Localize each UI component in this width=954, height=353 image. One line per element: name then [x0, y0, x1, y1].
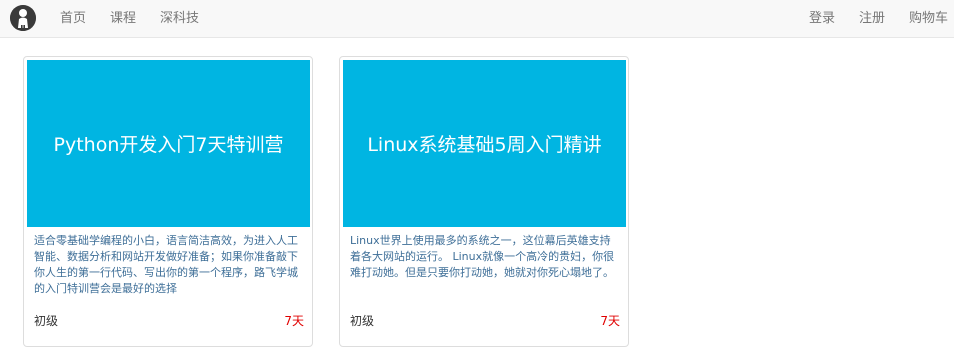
- course-description: 适合零基础学编程的小白，语言简洁高效，为进入人工智能、数据分析和网站开发做好准备…: [34, 234, 298, 295]
- top-navbar: 首页 课程 深科技 登录 注册 购物车: [0, 0, 954, 38]
- main-nav: 首页 课程 深科技: [60, 0, 223, 37]
- course-duration: 7天: [600, 314, 620, 328]
- person-logo-icon[interactable]: [10, 5, 36, 31]
- course-banner[interactable]: Python开发入门7天特训营: [27, 60, 310, 227]
- course-banner[interactable]: Linux系统基础5周入门精讲: [343, 60, 626, 227]
- cart-link[interactable]: 购物车: [909, 0, 948, 37]
- course-card-python[interactable]: Python开发入门7天特训营 适合零基础学编程的小白，语言简洁高效，为进入人工…: [23, 56, 313, 347]
- course-card-linux[interactable]: Linux系统基础5周入门精讲 Linux世界上使用最多的系统之一，这位幕后英雄…: [339, 56, 629, 347]
- course-level: 初级: [350, 314, 375, 328]
- course-description: Linux世界上使用最多的系统之一，这位幕后英雄支持着各大网站的运行。 Linu…: [350, 234, 615, 279]
- register-link[interactable]: 注册: [859, 0, 885, 37]
- course-duration: 7天: [284, 314, 304, 328]
- course-level: 初级: [34, 314, 59, 328]
- nav-link-home[interactable]: 首页: [60, 0, 86, 37]
- course-title: Linux系统基础5周入门精讲: [367, 134, 602, 156]
- account-nav: 登录 注册 购物车: [785, 0, 948, 37]
- nav-link-deep-tech[interactable]: 深科技: [160, 0, 199, 37]
- course-title: Python开发入门7天特训营: [53, 134, 284, 156]
- nav-link-courses[interactable]: 课程: [110, 0, 136, 37]
- login-link[interactable]: 登录: [809, 0, 835, 37]
